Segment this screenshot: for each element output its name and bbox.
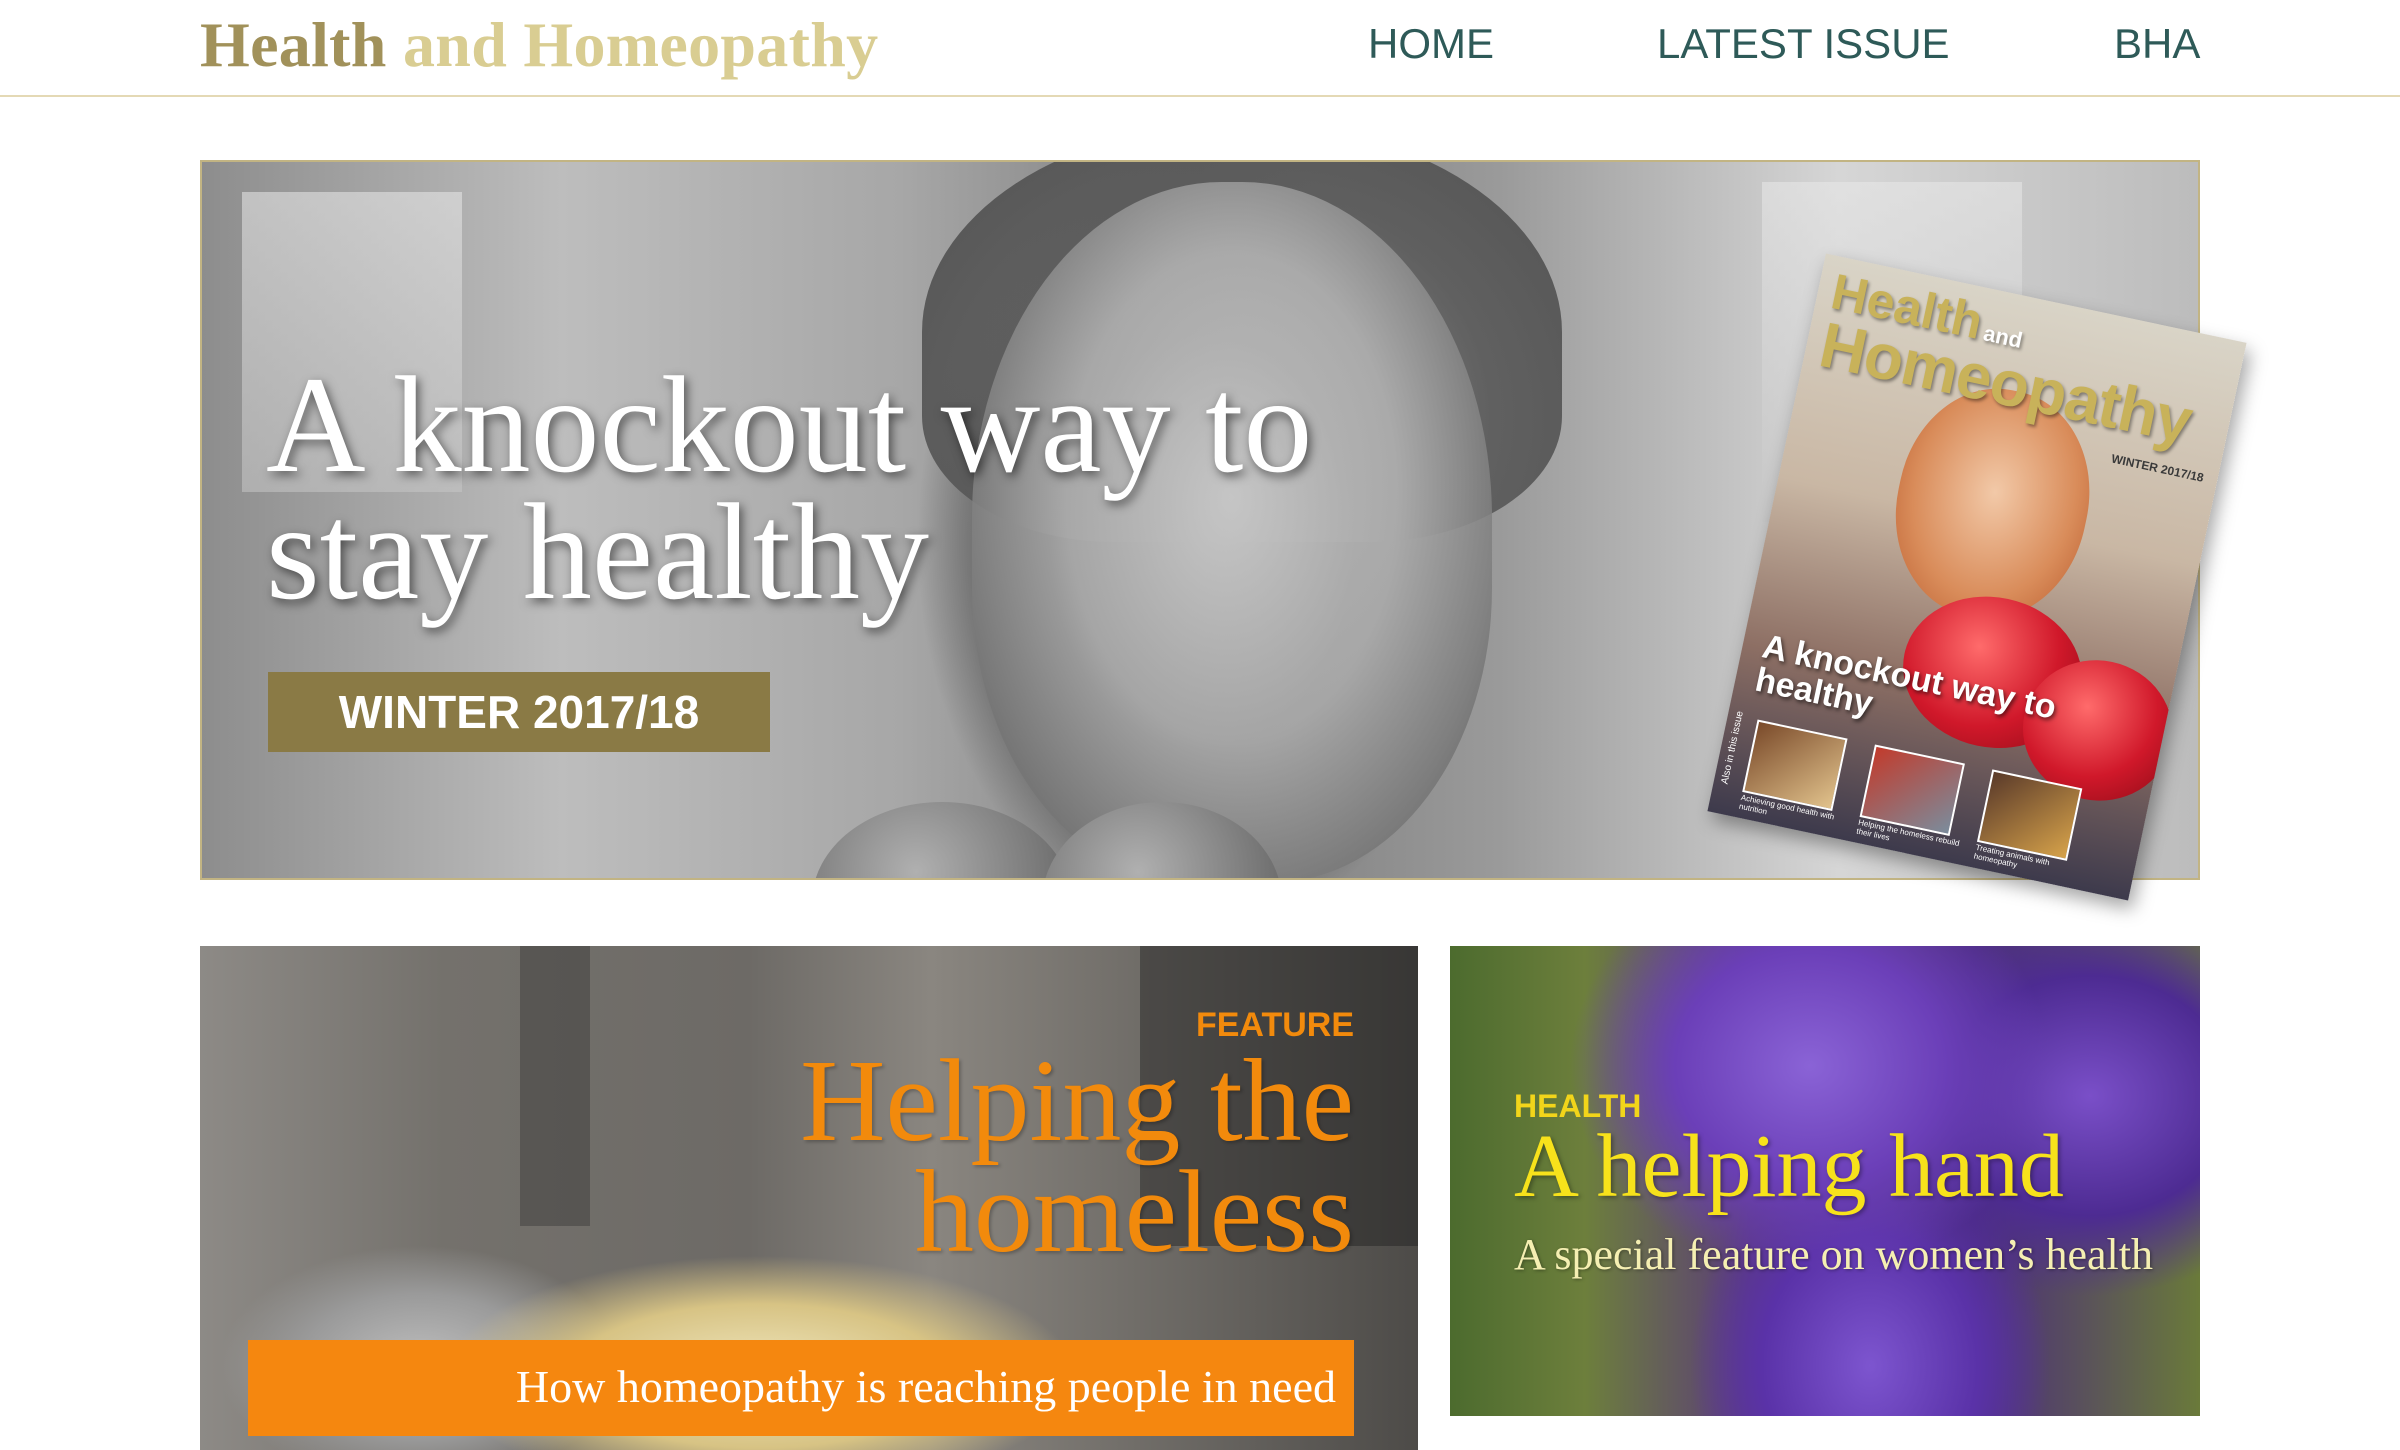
nav-bha[interactable]: BHA bbox=[2114, 0, 2200, 90]
nav-latest-issue[interactable]: LATEST ISSUE bbox=[1657, 0, 1950, 90]
feature-card-homeless[interactable]: FEATURE Helping the homeless How homeopa… bbox=[200, 946, 1418, 1450]
site-logo[interactable]: Health and Homeopathy bbox=[200, 2, 878, 92]
health-headline: A helping hand bbox=[1514, 1117, 2064, 1216]
boxing-glove-left bbox=[812, 802, 1072, 878]
issue-badge[interactable]: WINTER 2017/18 bbox=[268, 672, 770, 752]
nav-home[interactable]: HOME bbox=[1368, 0, 1494, 90]
cover-issue-date: WINTER 2017/18 bbox=[2110, 451, 2206, 485]
health-card-helping-hand[interactable]: HEALTH A helping hand A special feature … bbox=[1450, 946, 2200, 1416]
feature-headline: Helping the homeless bbox=[800, 1042, 1354, 1271]
hero-headline-line2: stay healthy bbox=[266, 474, 929, 628]
hero-banner[interactable]: A knockout way to stay healthy WINTER 20… bbox=[200, 160, 2247, 901]
feature-headline-line2: homeless bbox=[914, 1145, 1354, 1277]
feature-subtitle-bar: How homeopathy is reaching people in nee… bbox=[248, 1340, 1354, 1436]
hero-headline[interactable]: A knockout way to stay healthy bbox=[266, 356, 1566, 621]
health-subtitle: A special feature on women’s health bbox=[1514, 1230, 2154, 1279]
logo-word-homeopathy: and Homeopathy bbox=[403, 9, 879, 80]
background-wall-shadow bbox=[520, 946, 590, 1226]
logo-word-health: Health bbox=[200, 9, 387, 80]
site-header: Health and Homeopathy HOME LATEST ISSUE … bbox=[0, 0, 2400, 97]
